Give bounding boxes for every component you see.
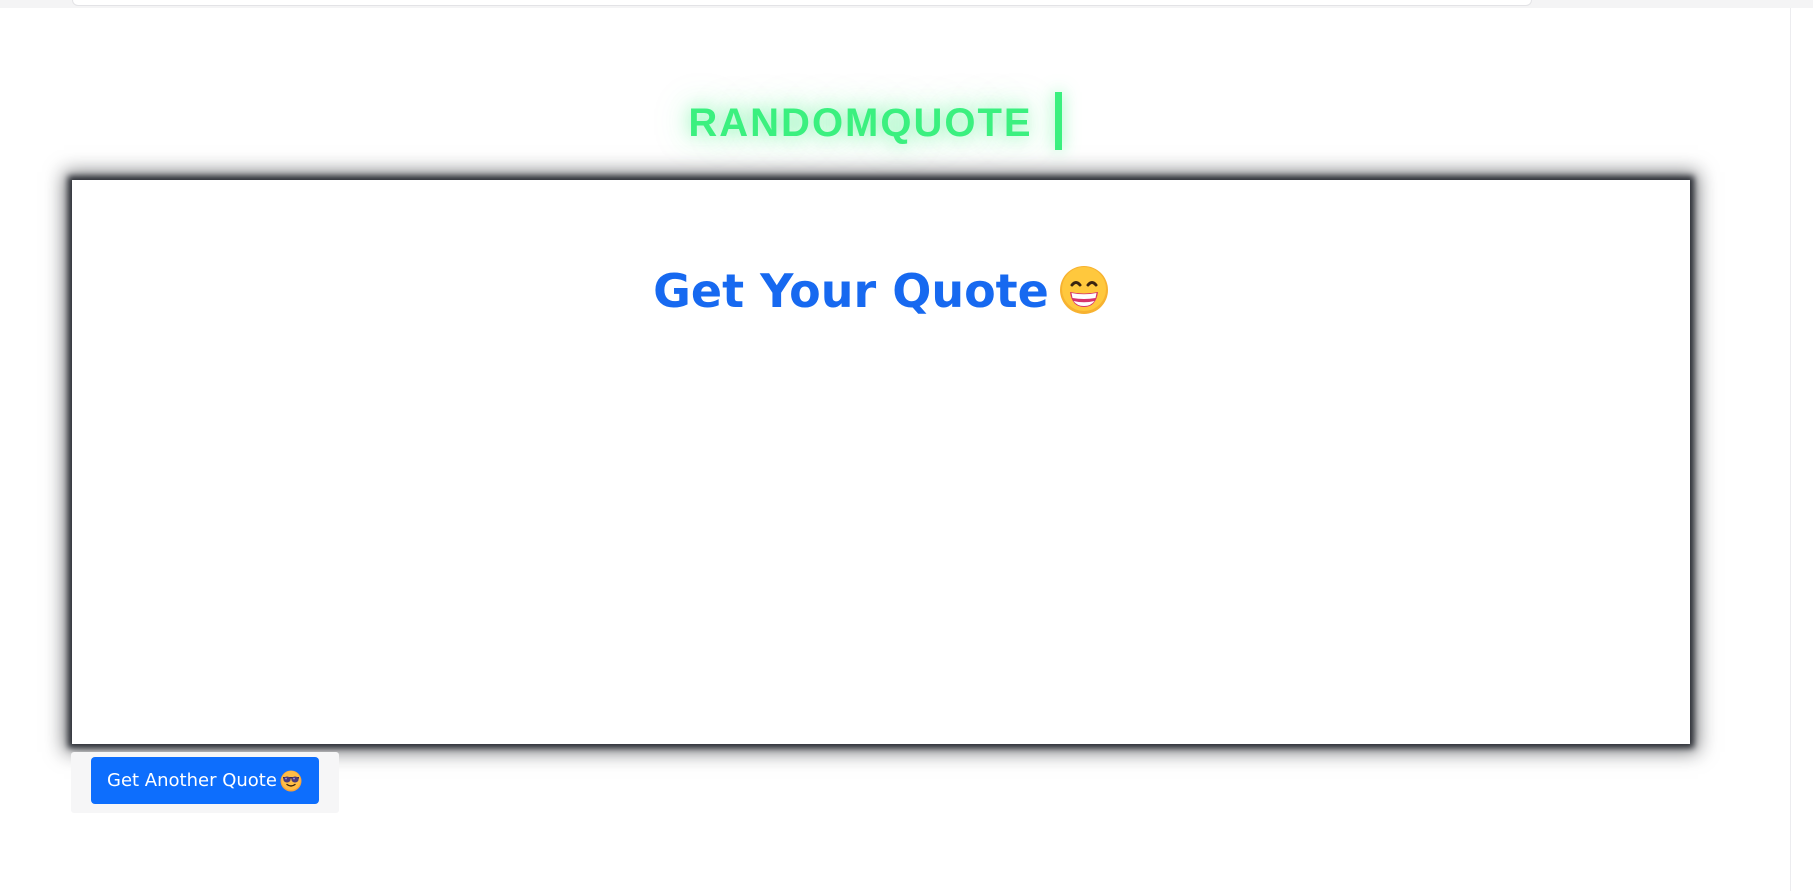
grinning-face-icon xyxy=(1059,266,1108,314)
top-strip xyxy=(0,0,1813,8)
brand-title: RANDOMQUOTE xyxy=(0,92,1750,150)
quote-card-title: Get Your Quote xyxy=(72,264,1690,318)
get-another-quote-button[interactable]: Get Another Quote xyxy=(91,757,319,804)
top-bar-edge xyxy=(72,0,1532,6)
typing-cursor xyxy=(1054,92,1062,150)
brand-text: RANDOMQUOTE xyxy=(688,101,1033,145)
get-another-quote-label: Get Another Quote xyxy=(107,770,277,791)
scrollbar-track[interactable] xyxy=(1790,8,1813,891)
action-bar: Get Another Quote xyxy=(71,752,339,813)
quote-card: Get Your Quote xyxy=(72,180,1690,744)
quote-card-title-text: Get Your Quote xyxy=(653,264,1049,318)
app-page: RANDOMQUOTE Get Your Quote Get Another Q… xyxy=(0,0,1813,891)
smiling-face-with-sunglasses-icon xyxy=(280,770,302,791)
